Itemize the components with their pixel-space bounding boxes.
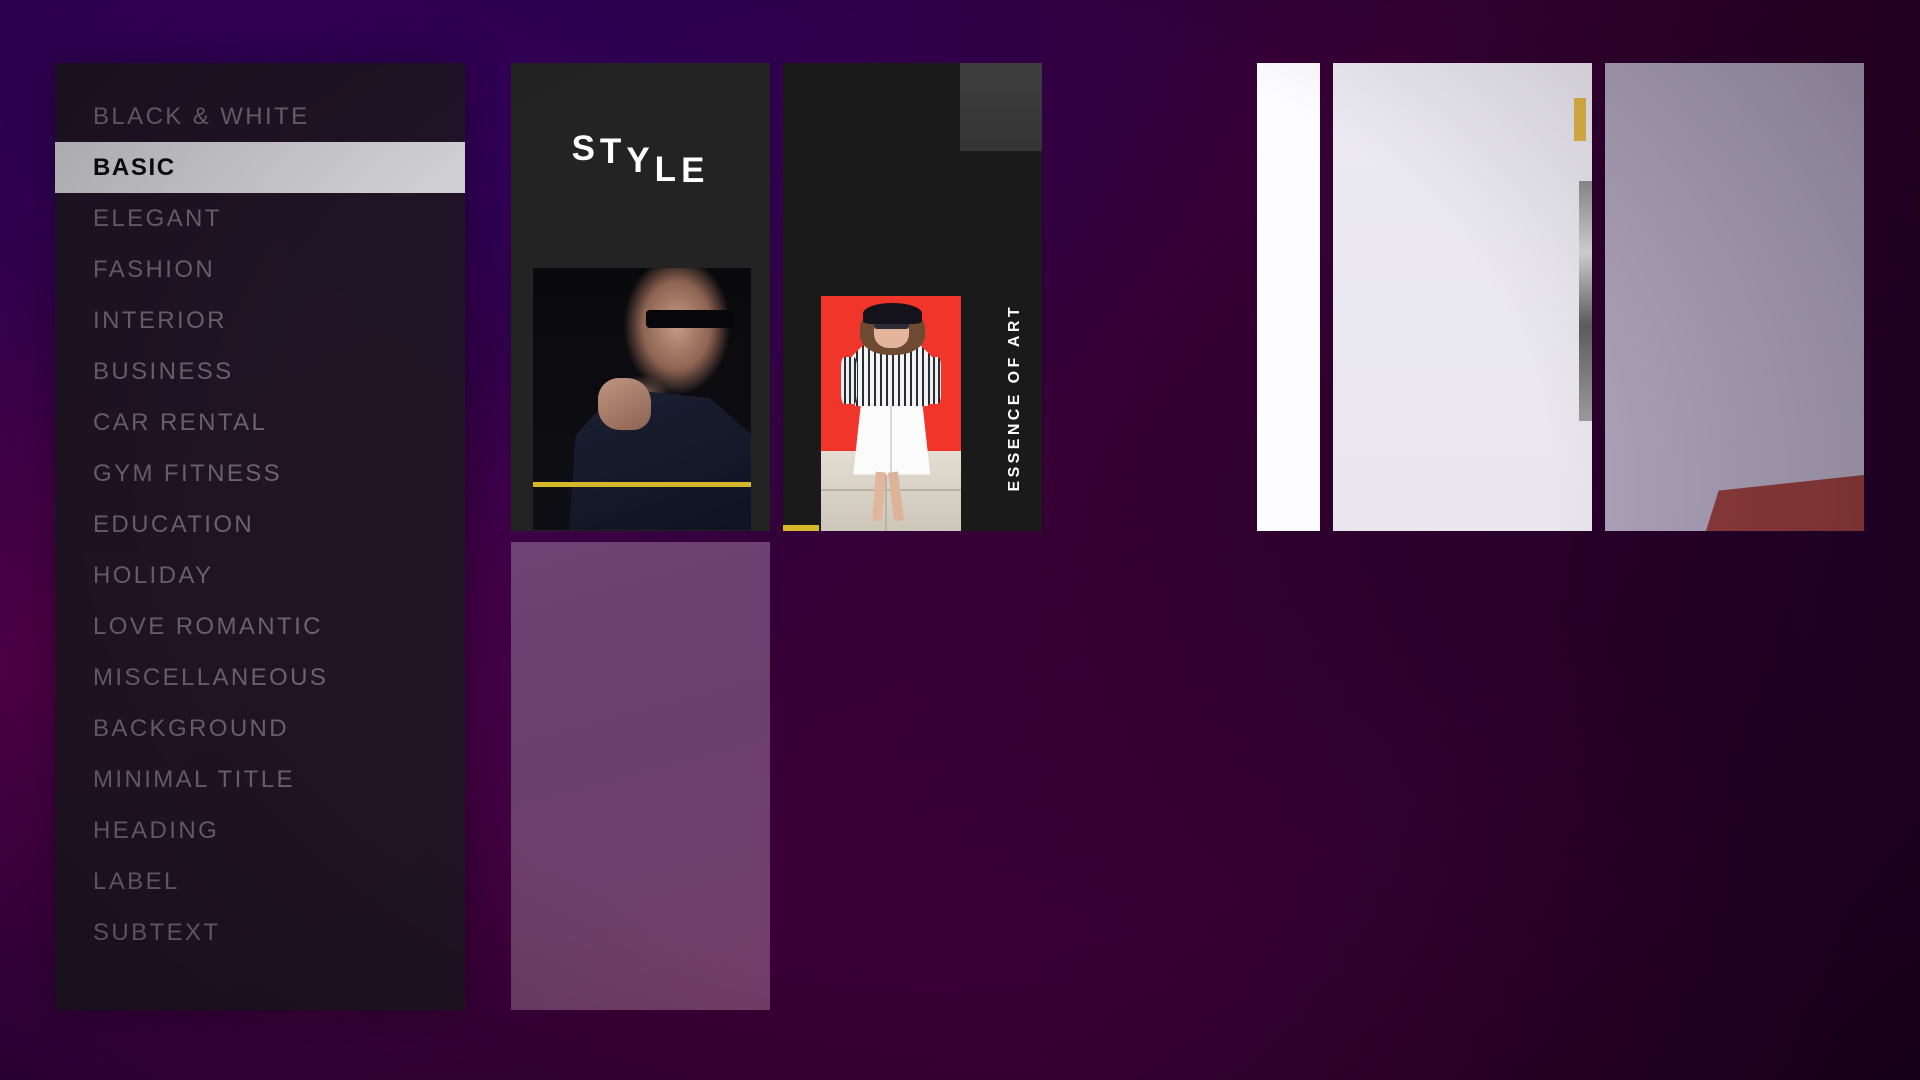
sidebar-item-label: ELEGANT [93,204,222,232]
style-title-letter: E [681,151,710,190]
template-card-style[interactable]: STYLE [511,63,770,531]
style-title-letter: Y [626,141,655,180]
essence-card-label: ESSENCE OF ART [1006,303,1023,491]
photo-arm-right-shape [924,357,942,405]
sidebar-item-label: MINIMAL TITLE [93,765,295,793]
sidebar-item-label: EDUCATION [93,510,255,538]
photo-sunglasses-shape [646,309,734,329]
blank-card-accent-bar [1574,98,1586,141]
sidebar-item-label: HOLIDAY [93,561,214,589]
sidebar-item-label: CAR RENTAL [93,408,268,436]
sidebar-item-label: LOVE ROMANTIC [93,612,323,640]
sidebar-item-interior[interactable]: INTERIOR [55,295,465,346]
sidebar-item-label[interactable]: LABEL [55,856,465,907]
sidebar-item-subtext[interactable]: SUBTEXT [55,907,465,958]
photo-arm-left-shape [840,357,858,405]
sidebar-item-education[interactable]: EDUCATION [55,499,465,550]
lavender-card-shape [1706,475,1864,531]
sidebar-item-background[interactable]: BACKGROUND [55,703,465,754]
essence-card-photo [821,296,961,531]
essence-card-accent-bar [783,525,819,531]
sidebar-item-miscellaneous[interactable]: MISCELLANEOUS [55,652,465,703]
sidebar-item-label: SUBTEXT [93,918,221,946]
style-title-letter: S [571,129,600,168]
sidebar-item-label: MISCELLANEOUS [93,663,329,691]
sidebar-item-gym-fitness[interactable]: GYM FITNESS [55,448,465,499]
sidebar-item-car-rental[interactable]: CAR RENTAL [55,397,465,448]
blank-card-photo-strip [1579,181,1592,421]
template-card-placeholder-purple[interactable] [511,542,770,1010]
sidebar-item-heading[interactable]: HEADING [55,805,465,856]
essence-gray-block [960,63,1042,151]
sidebar-item-label: INTERIOR [93,306,227,334]
sidebar-item-fashion[interactable]: FASHION [55,244,465,295]
photo-hat-shape [863,303,922,325]
sidebar-item-black-white[interactable]: BLACK & WHITE [55,91,465,142]
style-card-title: STYLE [511,129,770,190]
photo-hand-shape [598,378,651,431]
sidebar-item-label: BACKGROUND [93,714,290,742]
sidebar-item-label: LABEL [93,867,180,895]
style-card-accent-bar [533,482,751,487]
photo-zipper-shape [890,404,893,475]
sidebar-item-elegant[interactable]: ELEGANT [55,193,465,244]
sidebar-item-minimal-title[interactable]: MINIMAL TITLE [55,754,465,805]
template-card-blank[interactable] [1333,63,1592,531]
photo-suit-shape [567,388,751,530]
sidebar-item-label: GYM FITNESS [93,459,283,487]
style-title-letter: T [599,132,627,171]
style-card-photo [533,268,751,530]
sidebar-item-love-romantic[interactable]: LOVE ROMANTIC [55,601,465,652]
sidebar-item-label: BUSINESS [93,357,234,385]
sidebar-item-basic[interactable]: BASIC [55,142,465,193]
sidebar-item-label: FASHION [93,255,216,283]
style-title-letter: L [654,150,682,189]
template-card-white-slim[interactable] [1257,63,1320,531]
sidebar-item-label: BASIC [93,153,176,181]
category-list: BLACK & WHITE BASIC ELEGANT FASHION INTERIOR… [55,91,465,958]
sidebar-item-label: BLACK & WHITE [93,102,310,130]
sidebar-item-label: HEADING [93,816,220,844]
sidebar-item-holiday[interactable]: HOLIDAY [55,550,465,601]
template-card-lavender[interactable] [1605,63,1864,531]
category-sidebar: BLACK & WHITE BASIC ELEGANT FASHION INTERIOR… [55,63,465,1010]
template-card-essence-of-art[interactable]: ESSENCE OF ART [783,63,1042,531]
sidebar-item-business[interactable]: BUSINESS [55,346,465,397]
